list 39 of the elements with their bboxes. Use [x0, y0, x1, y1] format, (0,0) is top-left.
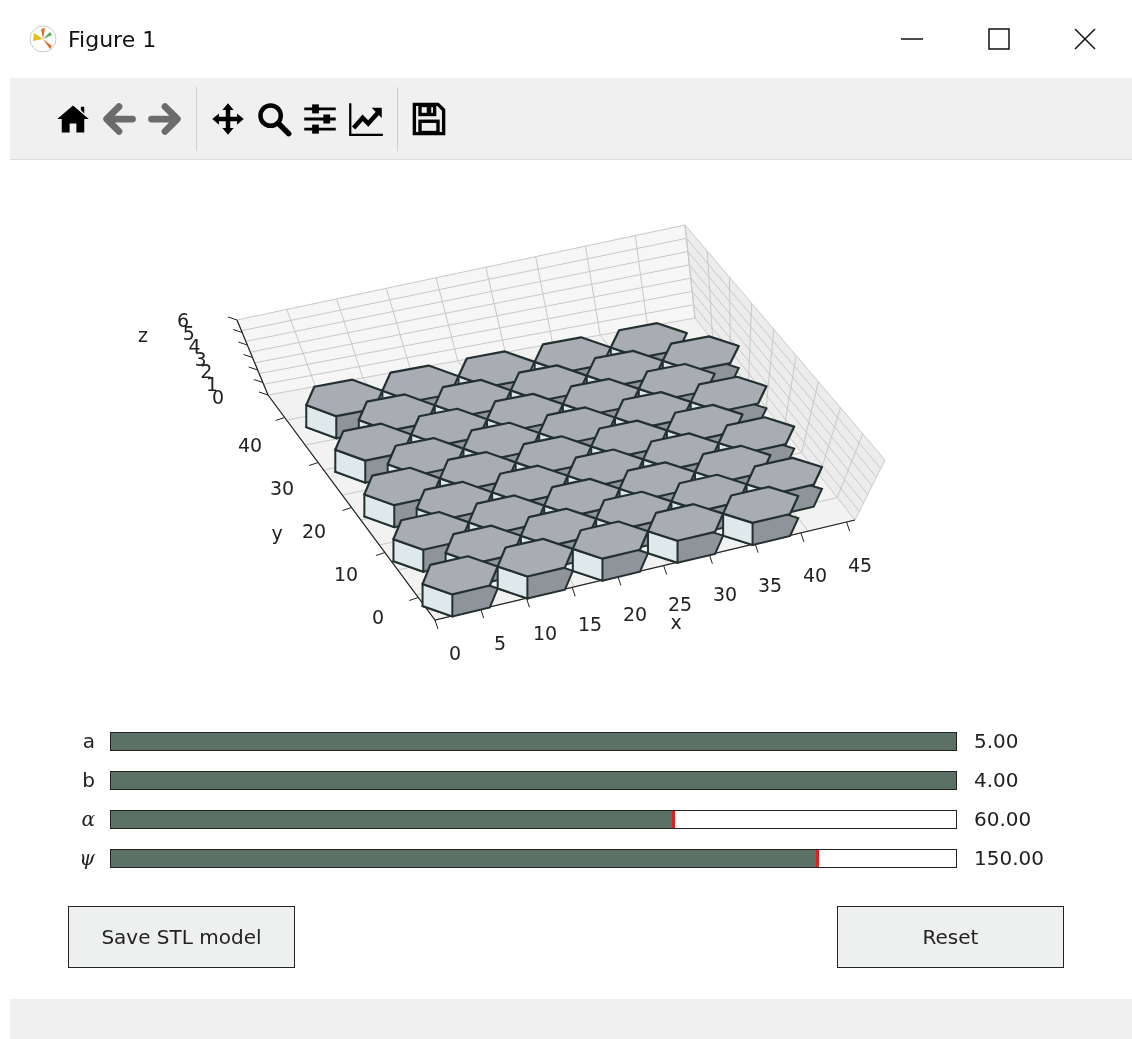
- x-tick-label: 10: [532, 622, 558, 645]
- slider-label: ψ: [78, 845, 96, 872]
- slider-value: 4.00: [974, 767, 1019, 794]
- x-tick-label: 5: [493, 632, 507, 655]
- slider-track[interactable]: [110, 848, 957, 868]
- slider-value: 150.00: [974, 845, 1044, 872]
- x-tick-label: 45: [847, 554, 873, 576]
- slider-label: α: [80, 806, 96, 833]
- app-icon: [28, 24, 58, 54]
- save-button[interactable]: Save STL model: [68, 906, 295, 968]
- y-tick-label: 40: [237, 434, 263, 456]
- z-axis-label: z: [138, 324, 148, 346]
- x-tick-label: 30: [712, 583, 738, 606]
- x-tick-label: 15: [577, 612, 603, 635]
- x-tick-label: 0: [448, 642, 462, 664]
- slider-label: a: [81, 728, 96, 755]
- slider-value: 60.00: [974, 806, 1032, 833]
- y-tick-label: 0: [371, 606, 385, 628]
- slider-fill[interactable]: [111, 771, 956, 789]
- line-chart-icon: [348, 100, 384, 137]
- slider-fill[interactable]: [111, 732, 956, 750]
- right-arrow-icon: [147, 100, 183, 137]
- search-icon: [256, 100, 292, 137]
- x-tick-label: 40: [802, 563, 828, 586]
- window-title: Figure 1: [68, 25, 157, 54]
- x-tick-label: 20: [622, 602, 648, 625]
- reset-button[interactable]: Reset: [837, 906, 1064, 968]
- slider-value: 5.00: [974, 728, 1019, 755]
- y-tick-label: 10: [333, 563, 359, 585]
- y-axis-label: y: [271, 522, 283, 544]
- y-tick-label: 30: [269, 477, 295, 499]
- close-icon[interactable]: [1074, 28, 1096, 50]
- slider-label: b: [81, 767, 96, 794]
- x-tick-label: 35: [757, 573, 783, 596]
- save-icon: [411, 100, 447, 137]
- left-arrow-icon: [101, 100, 137, 137]
- slider-track[interactable]: [110, 809, 957, 829]
- maximize-icon[interactable]: [988, 28, 1010, 50]
- y-tick-label: 20: [301, 520, 327, 542]
